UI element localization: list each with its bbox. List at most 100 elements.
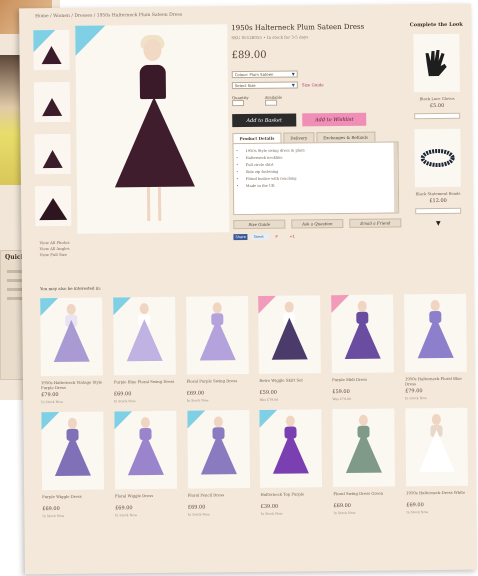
product-image[interactable] [114,410,177,490]
carousel-next-icon[interactable]: ▼ [409,220,467,228]
complete-look-title: Complete the Look [409,21,463,29]
product-meta: In Stock Now [187,512,210,517]
also-interested-heading: You may also be interested in: [39,285,102,292]
product-image[interactable] [185,296,249,375]
product-meta: Was £79.00 [259,397,279,402]
product-name[interactable]: 1950s Halterneck Dress White [406,490,468,501]
product-card[interactable]: Purple Midi Dress £59.00 Was £79.00 [331,294,395,402]
chevron-down-icon: ▼ [291,82,295,88]
available-label: Available [264,94,283,100]
thumbnail-2[interactable] [33,81,71,123]
product-card[interactable]: Halterneck Top Purple £39.00 In Stock Now [259,409,323,516]
product-card[interactable]: 1950s Halterneck Dress White £69.00 In Sto… [405,407,469,514]
product-price: £69.00 [187,504,206,511]
pinterest-button[interactable]: P [273,233,284,240]
product-image[interactable] [112,296,176,376]
thumb-link[interactable]: View Full Size [40,252,70,258]
product-image[interactable] [332,408,396,488]
product-image[interactable] [405,407,469,487]
thumbnail-4[interactable] [34,185,72,227]
beads-image[interactable] [414,128,461,188]
tab-exchanges[interactable]: Exchanges & Refunds [316,131,375,143]
sale-tag [114,411,133,430]
sale-tag [112,297,132,316]
product-card[interactable]: Floral Wiggle Dress £69.00 In Stock Now [114,410,177,517]
details-scrollbar[interactable] [393,142,399,213]
email-friend-button[interactable]: Email a Friend [349,218,402,228]
product-card[interactable]: 1950s Halterneck Vintage Style Purple Dr… [40,297,103,404]
product-card[interactable]: Retro Wiggle Skirt Set £59.00 Was £79.00 [258,295,322,402]
product-card[interactable]: Purple Blue Floral Swing Dress £69.00 In S… [112,296,176,404]
quantity-label: Quantity [231,94,249,101]
product-price: £89.00 [231,49,267,62]
product-name[interactable]: Floral Wiggle Dress [115,493,177,504]
product-image[interactable] [331,294,395,374]
size-guide-button[interactable]: Size Guide [233,219,286,230]
product-name[interactable]: 1950s Halterneck Floral Blue Dress [405,376,467,387]
facebook-share-button[interactable]: Share [233,234,248,241]
product-image[interactable] [186,409,250,489]
detail-item: Made in the UK [246,181,392,190]
product-price: £79.00 [41,391,59,399]
product-image[interactable] [404,293,467,373]
size-select[interactable]: Select Size ▼ [231,81,298,90]
complete-the-look: Complete the Look Black Lace Gloves £5.0… [407,22,467,228]
product-meta: Was £79.00 [332,396,352,402]
product-card[interactable]: 1950s Halterneck Floral Blue Dress £79.00… [404,293,467,401]
product-name[interactable]: 1950s Halterneck Vintage Style Purple Dr… [41,380,103,391]
tweet-button[interactable]: Tweet [251,233,270,240]
product-price: £69.00 [333,502,351,510]
gloves-image[interactable] [413,33,460,93]
thumbnail-strip [33,29,72,238]
sale-tag [258,295,277,314]
product-price: £59.00 [259,389,278,396]
complete-item-name[interactable]: Black Lace Gloves [408,96,466,102]
thumbnail-1[interactable] [33,29,70,71]
product-subtitle: SKU 05128055 • In stock for 3-5 days [231,34,309,41]
product-name[interactable]: Retro Wiggle Skirt Set [259,377,321,388]
product-image[interactable] [259,409,323,488]
social-share: Share Tweet P +1 [233,232,403,241]
product-name[interactable]: Floral Pencil Dress [188,492,250,503]
tab-delivery[interactable]: Delivery [283,132,315,143]
product-card[interactable]: Floral Pencil Dress £69.00 In Stock Now [186,409,250,517]
add-to-basket-button[interactable]: Add to Basket [232,113,297,128]
breadcrumb[interactable]: Home / Women / Dresses / 1950s Halternec… [35,13,182,20]
complete-item-select[interactable] [415,207,462,215]
add-to-wishlist-button[interactable]: Add to Wishlist [302,112,367,127]
product-name[interactable]: Purple Blue Floral Swing Dress [114,379,176,390]
complete-item-price: £12.00 [429,197,447,205]
product-page: Home / Women / Dresses / 1950s Halternec… [19,3,477,575]
product-price: £69.00 [42,505,60,513]
product-price: £69.00 [113,391,132,398]
product-name[interactable]: Purple Wiggle Dress [42,494,104,505]
product-card[interactable]: Purple Wiggle Dress £69.00 In Stock Now [41,411,105,518]
product-meta: In Stock Now [113,399,136,404]
product-card[interactable]: Floral Purple Swing Dress £69.00 In Stock … [185,296,249,403]
product-card[interactable]: Floral Swing Dress Green £69.00 In Stock N… [332,408,396,515]
ask-question-button[interactable]: Ask a Question [291,218,344,229]
size-guide-link[interactable]: Size Guide [302,82,324,87]
product-image[interactable] [41,411,105,491]
thumbnail-3[interactable] [34,133,71,175]
thumbnail-links: View All Photos View All Angles View Ful… [39,240,69,258]
complete-item-select[interactable] [414,112,461,120]
google-plus-button[interactable]: +1 [287,233,302,240]
chevron-down-icon: ▼ [291,71,295,77]
product-price: £59.00 [332,388,350,396]
complete-item-name[interactable]: Black Statement Beads [409,191,467,197]
product-name[interactable]: Floral Purple Swing Dress [187,378,249,389]
main-product-image[interactable] [75,24,230,234]
product-name[interactable]: Floral Swing Dress Green [333,490,395,501]
colour-select[interactable]: Colour: Plum Sateen ▼ [231,70,298,79]
tab-product-details[interactable]: Product Details [232,132,282,144]
product-image[interactable] [258,295,322,374]
product-image[interactable] [40,297,103,377]
product-info: 1950s Halterneck Plum Sateen Dress SKU 0… [231,22,403,241]
sale-tag [186,410,206,429]
quantity-input[interactable] [232,100,245,107]
product-meta: In Stock Now [405,396,428,401]
product-name[interactable]: Halterneck Top Purple [261,491,323,502]
product-name[interactable]: Purple Midi Dress [332,376,394,387]
product-details-panel[interactable]: 1950s Style swing dress in plum Halterne… [232,141,400,216]
